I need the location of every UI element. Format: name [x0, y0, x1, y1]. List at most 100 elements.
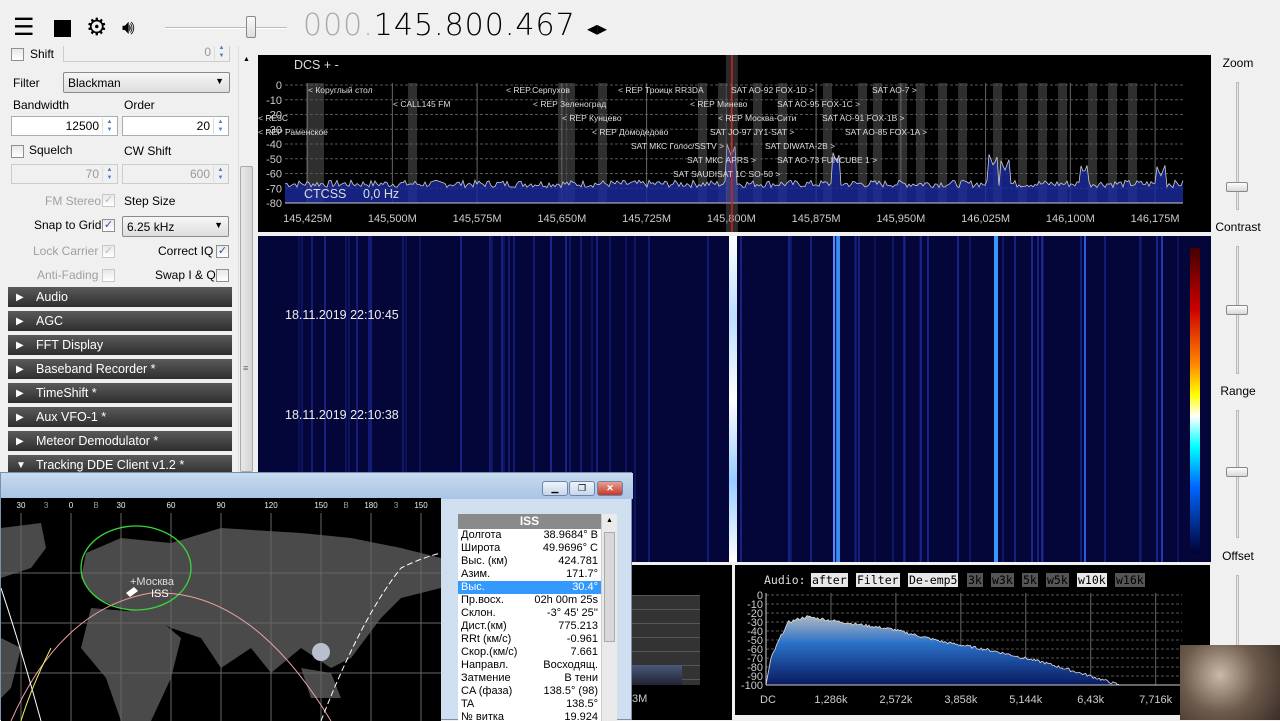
station-label[interactable]: SAT МКС APRS > — [687, 155, 756, 165]
speaker-icon[interactable]: 🔊︎ — [122, 14, 135, 42]
swap-iq-checkbox[interactable] — [216, 269, 229, 282]
chevron-down-icon: ▼ — [215, 76, 224, 86]
table-row[interactable]: Затмение В тени — [458, 672, 601, 685]
zoom-label: Zoom — [1222, 56, 1254, 70]
audio-filter-button[interactable]: w10k — [1077, 573, 1107, 587]
order-field[interactable]: 20 ▲ ▼ — [122, 116, 229, 136]
volume-slider-thumb[interactable] — [246, 16, 256, 38]
table-row[interactable]: Азим. 171.7° — [458, 568, 601, 581]
volume-slider[interactable] — [165, 27, 287, 29]
contrast-slider-thumb[interactable] — [1226, 305, 1248, 315]
row-value: 02h 00m 25s — [534, 594, 598, 606]
station-label[interactable]: SAT AO-73 FUNCUBE 1 > — [777, 155, 877, 165]
station-label[interactable]: SAT SAUDISAT 1C SO-50 > — [673, 169, 780, 179]
table-row[interactable]: Склон. -3° 45' 25'' — [458, 607, 601, 620]
table-row[interactable]: TA 138.5° — [458, 698, 601, 711]
snap-to-grid-checkbox[interactable]: ✓ — [102, 219, 115, 232]
bandwidth-field[interactable]: 12500 ▲ ▼ — [11, 116, 118, 136]
minimize-button[interactable]: ▁ — [542, 481, 568, 496]
gear-icon[interactable]: ⚙ — [86, 14, 108, 42]
window-titlebar[interactable]: ▁ ❐ ✕ — [1, 473, 633, 499]
scrollbar-thumb[interactable]: ≡ — [240, 166, 253, 472]
table-scrollbar[interactable]: ▲ — [601, 514, 617, 721]
dcs-control[interactable]: DCS + - — [294, 58, 339, 72]
cw-shift-field[interactable]: 600 ▲ ▼ — [122, 164, 229, 184]
section-header[interactable]: ▶ FFT Display — [8, 335, 232, 357]
station-label[interactable]: < REP Раменское — [258, 127, 328, 137]
station-label[interactable]: SAT AO-7 > — [872, 85, 917, 95]
audio-filter-button[interactable]: De-emp5 — [908, 573, 959, 587]
audio-filter-button[interactable]: w16k — [1115, 573, 1145, 587]
filter-select[interactable]: Blackman ▼ — [63, 72, 230, 93]
y-tick-label: -40 — [266, 139, 282, 151]
station-label[interactable]: SAT DIWATA-2B > — [765, 141, 835, 151]
anti-fading-checkbox[interactable] — [102, 269, 115, 282]
row-value: -3° 45' 25'' — [546, 607, 598, 619]
table-row[interactable]: Направл. Восходящ. — [458, 659, 601, 672]
section-header[interactable]: ▶ AGC — [8, 311, 232, 333]
squelch-checkbox[interactable] — [11, 145, 24, 158]
lock-carrier-checkbox[interactable]: ✓ — [102, 245, 115, 258]
section-header[interactable]: ▶ Baseband Recorder * — [8, 359, 232, 381]
table-row[interactable]: Дист.(км) 775.213 — [458, 620, 601, 633]
station-label[interactable]: < REP Москва-Сити — [718, 113, 796, 123]
left-right-arrows-icon[interactable]: ◂▸ — [587, 16, 607, 41]
audio-filter-button[interactable]: w3k — [991, 573, 1014, 587]
table-row[interactable]: Выс. (км) 424.781 — [458, 555, 601, 568]
spectrum-analyzer[interactable]: 145,425M 145,500M 145,575M 145,650M 145,725M… — [258, 55, 1211, 232]
station-label[interactable]: SAT JO-97 JY1-SAT > — [710, 127, 794, 137]
station-label[interactable]: SAT МКС Голос/SSTV > — [631, 141, 724, 151]
section-header[interactable]: ▶ Audio — [8, 287, 232, 309]
station-label[interactable]: SAT AO-95 FOX-1C > — [777, 99, 860, 109]
scrollbar-thumb[interactable] — [604, 532, 615, 642]
table-row[interactable]: RRt (км/с) -0.961 — [458, 633, 601, 646]
section-header[interactable]: ▶ Aux VFO-1 * — [8, 407, 232, 429]
station-label[interactable]: < REP Зеленоград — [533, 99, 606, 109]
station-label[interactable]: SAT AO-91 FOX-1B > — [822, 113, 905, 123]
audio-filter-button[interactable]: 5k — [1022, 573, 1038, 587]
audio-filter-button[interactable]: 3k — [967, 573, 983, 587]
station-label[interactable]: < RE3C — [258, 113, 288, 123]
table-row[interactable]: CA (фаза) 138.5° (98) — [458, 685, 601, 698]
satellite-marker-iss[interactable]: ISS — [151, 588, 169, 600]
triangle-right-icon: ▶ — [16, 292, 24, 303]
shift-checkbox[interactable] — [11, 48, 24, 61]
table-row[interactable]: Скор.(км/с) 7.661 — [458, 646, 601, 659]
section-header[interactable]: ▶ TimeShift * — [8, 383, 232, 405]
shift-field[interactable]: 0 ▲ ▼ — [63, 46, 230, 62]
world-map[interactable]: 30 З 0 В 30 60 90 120 150 В 180 З 150 +Москва ISS — [1, 498, 441, 721]
station-label[interactable]: < REP Домодедово — [592, 127, 668, 137]
squelch-field[interactable]: 70 ▲ ▼ — [11, 164, 118, 184]
section-header[interactable]: ▼ Tracking DDE Client v1.2 * — [8, 455, 232, 472]
correct-iq-label: Correct IQ — [158, 244, 214, 258]
audio-filter-button[interactable]: after — [811, 573, 848, 587]
station-label[interactable]: < REP Кунцево — [562, 113, 622, 123]
station-label[interactable]: < REP Минево — [690, 99, 747, 109]
station-label[interactable]: < REP.Серпухов — [506, 85, 570, 95]
station-label[interactable]: < REP Троицк RR3DA — [618, 85, 704, 95]
step-size-select[interactable]: 6.25 kHz ▼ — [122, 216, 229, 237]
station-label[interactable]: SAT AO-85 FOX-1A > — [845, 127, 927, 137]
section-header[interactable]: ▶ Meteor Demodulator * — [8, 431, 232, 453]
station-label[interactable]: SAT AO-92 FOX-1D > — [731, 85, 814, 95]
stop-icon[interactable] — [54, 20, 71, 37]
y-tick-label: -80 — [266, 198, 282, 210]
scroll-up-icon[interactable]: ▲ — [243, 56, 250, 63]
audio-filter-button[interactable]: Filter — [856, 573, 900, 587]
hamburger-menu-icon[interactable]: ☰ — [13, 14, 35, 42]
correct-iq-checkbox[interactable]: ✓ — [216, 245, 229, 258]
restore-button[interactable]: ❐ — [569, 481, 595, 496]
range-slider-thumb[interactable] — [1226, 467, 1248, 477]
scroll-up-icon[interactable]: ▲ — [606, 517, 613, 524]
table-row[interactable]: Пр.восх. 02h 00m 25s — [458, 594, 601, 607]
station-label[interactable]: < Коруглый стол — [308, 85, 373, 95]
station-label[interactable]: < CALL145 FM — [393, 99, 450, 109]
table-row[interactable]: Выс. 30.4° — [458, 581, 601, 594]
table-row[interactable]: Долгота 38.9684° В — [458, 529, 601, 542]
close-button[interactable]: ✕ — [597, 481, 623, 496]
table-row[interactable]: Широта 49.9696° С — [458, 542, 601, 555]
audio-filter-button[interactable]: w5k — [1046, 573, 1069, 587]
frequency-display[interactable]: 000.145.800.467 — [303, 8, 576, 43]
fm-stereo-checkbox[interactable]: ✓ — [102, 194, 115, 207]
zoom-slider-thumb[interactable] — [1226, 182, 1248, 192]
